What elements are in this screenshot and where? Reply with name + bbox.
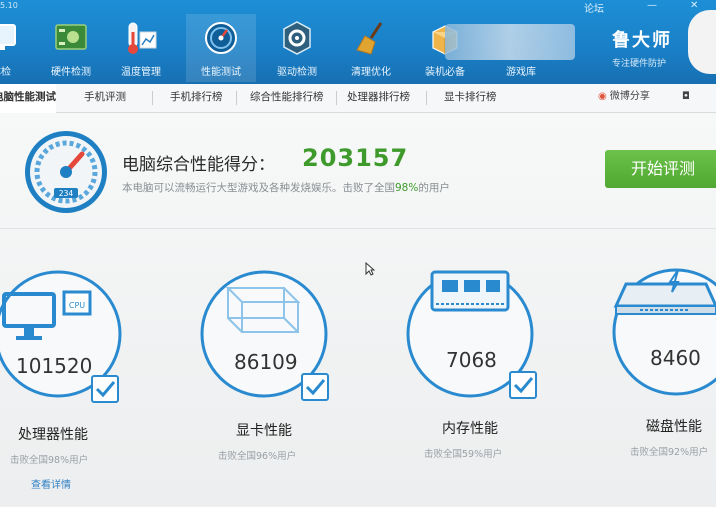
circuit-board-icon xyxy=(55,24,87,50)
toolbar-label: 温度管理 xyxy=(121,67,161,78)
gpu-score: 86109 xyxy=(234,350,298,374)
mouse-cursor-icon xyxy=(365,262,375,276)
view-details-link[interactable]: 查看详情 xyxy=(31,476,71,491)
start-benchmark-button[interactable]: 开始评测 xyxy=(605,150,716,188)
cpu-label: 处理器性能 xyxy=(18,427,88,443)
monitor-icon xyxy=(0,24,16,50)
window-title: 5.10 xyxy=(0,1,18,10)
toolbar-label: 体检 xyxy=(0,67,11,78)
minimize-button[interactable]: — xyxy=(647,0,657,11)
total-score: 203157 xyxy=(302,144,409,172)
weibo-icon: ◉ xyxy=(598,91,607,102)
tab-divider xyxy=(236,91,237,105)
toolbar-item-driver[interactable]: 驱动检测 xyxy=(262,14,332,82)
section-divider xyxy=(0,228,716,229)
brand-tagline: 专注硬件防护 xyxy=(612,59,667,69)
score-desc-suffix: 的用户 xyxy=(418,182,450,194)
tab-pc-performance[interactable]: 电脑性能测试 xyxy=(0,84,56,114)
tab-phone-review[interactable]: 手机评测 xyxy=(84,84,126,112)
cpu-beat-text: 击败全国98%用户 xyxy=(10,455,89,466)
gauge-readout: 234 xyxy=(59,189,74,198)
tab-cpu-ranking[interactable]: 处理器排行榜 xyxy=(347,84,410,112)
blurred-banner xyxy=(445,24,575,60)
tab-overall-ranking[interactable]: 综合性能排行榜 xyxy=(250,84,324,112)
disk-score: 8460 xyxy=(650,346,701,370)
broom-icon xyxy=(356,22,383,55)
brand-logo-text: 鲁大师 xyxy=(612,30,672,51)
tab-phone-ranking[interactable]: 手机排行榜 xyxy=(170,84,223,112)
gpu-ring xyxy=(200,270,329,401)
share-label: 微博分享 xyxy=(609,91,650,102)
mascot-avatar xyxy=(688,10,716,74)
memory-label: 内存性能 xyxy=(442,421,498,437)
toolbar-label: 装机必备 xyxy=(425,67,465,78)
tab-divider xyxy=(152,91,153,105)
score-description: 本电脑可以流畅运行大型游戏及各种发烧娱乐。击败了全国98%的用户 xyxy=(122,180,450,195)
tab-divider xyxy=(336,91,337,105)
tab-divider xyxy=(426,91,427,105)
camera-icon[interactable]: ◘ xyxy=(682,84,690,112)
toolbar-label: 驱动检测 xyxy=(277,67,317,78)
top-toolbar: 5.10 论坛 — ✕ 体检 硬件检测 温度管理 xyxy=(0,0,716,84)
thermometer-icon xyxy=(128,22,157,54)
toolbar-item-checkup[interactable]: 体检 xyxy=(0,14,36,82)
cpu-ring: CPU xyxy=(0,270,122,403)
score-desc-prefix: 本电脑可以流畅运行大型游戏及各种发烧娱乐。击败了全国 xyxy=(122,182,395,194)
speedometer-icon: 234 xyxy=(25,131,107,213)
disk-beat-text: 击败全国92%用户 xyxy=(630,447,709,458)
gpu-label: 显卡性能 xyxy=(236,423,292,439)
toolbar-label: 游戏库 xyxy=(506,67,536,78)
svg-text:CPU: CPU xyxy=(69,301,85,310)
memory-score: 7068 xyxy=(446,348,497,372)
toolbar-label: 硬件检测 xyxy=(51,67,91,78)
score-desc-percent: 98% xyxy=(395,182,419,194)
disk-ring xyxy=(612,268,716,396)
gear-icon xyxy=(283,21,311,55)
tab-gpu-ranking[interactable]: 显卡排行榜 xyxy=(444,84,497,112)
score-title: 电脑综合性能得分： xyxy=(122,155,275,175)
disk-label: 磁盘性能 xyxy=(646,419,702,435)
memory-ring xyxy=(406,270,537,399)
toolbar-item-performance[interactable]: 性能测试 xyxy=(186,14,256,82)
speedometer-icon xyxy=(205,22,237,54)
toolbar-label: 清理优化 xyxy=(351,67,391,78)
toolbar-label: 性能测试 xyxy=(201,67,241,78)
checkbox-checked xyxy=(301,373,329,401)
forum-link[interactable]: 论坛 xyxy=(584,0,604,15)
toolbar-item-temperature[interactable]: 温度管理 xyxy=(106,14,176,82)
checkbox-checked xyxy=(509,371,537,399)
close-button[interactable]: ✕ xyxy=(690,0,698,11)
memory-beat-text: 击败全国59%用户 xyxy=(424,449,503,460)
cpu-score: 101520 xyxy=(16,354,93,378)
weibo-share-button[interactable]: ◉ 微博分享 xyxy=(598,84,650,112)
toolbar-item-hardware[interactable]: 硬件检测 xyxy=(36,14,106,82)
checkbox-checked xyxy=(91,375,119,403)
sub-navigation: 电脑性能测试 手机评测 手机排行榜 综合性能排行榜 处理器排行榜 显卡排行榜 ◉… xyxy=(0,84,716,114)
gpu-beat-text: 击败全国96%用户 xyxy=(218,451,297,462)
memory-chip-icon xyxy=(430,270,510,312)
toolbar-item-cleanup[interactable]: 清理优化 xyxy=(336,14,406,82)
